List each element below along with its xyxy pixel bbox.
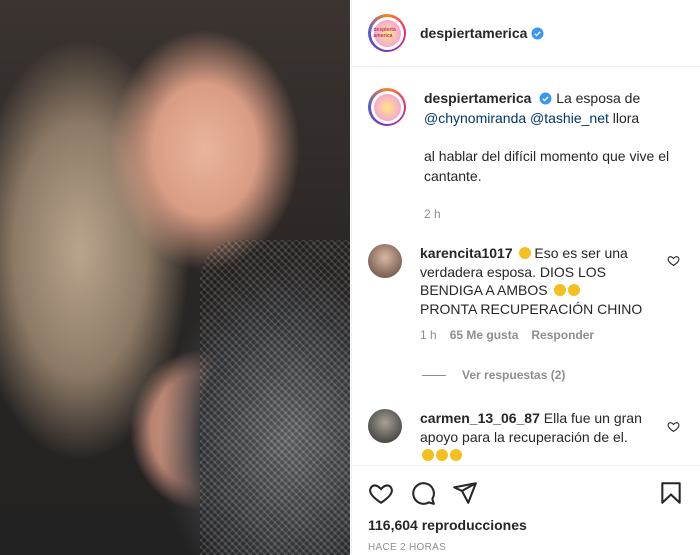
clapping-hands-emoji-icon [553, 284, 566, 296]
post-header: despierta america despiertamerica [352, 0, 700, 67]
comment: carmen_13_06_87 Ella fue un gran apoyo p… [368, 409, 684, 465]
caption-text: llora [612, 110, 640, 126]
views-label: reproducciones [421, 517, 527, 533]
author-avatar[interactable]: despierta america [368, 14, 406, 52]
clapping-hands-emoji-icon [436, 449, 448, 461]
share-send-icon[interactable] [452, 480, 478, 506]
commenter-avatar[interactable] [368, 409, 402, 443]
comment-body: carmen_13_06_87 Ella fue un gran apoyo p… [420, 409, 648, 465]
caption-username[interactable]: despiertamerica [424, 90, 531, 106]
caption-avatar[interactable] [368, 88, 406, 126]
post-caption: despiertamerica La esposa de @chynomiran… [368, 88, 684, 224]
like-heart-icon[interactable] [368, 480, 394, 506]
author-username[interactable]: despiertamerica [420, 25, 527, 41]
clapping-hands-emoji-icon [422, 449, 434, 461]
replies-divider [422, 374, 446, 376]
comment-body: karencita1017 Eso es ser una verdadera e… [420, 244, 648, 318]
comment-text: PRONTA RECUPERACIÓN CHINO [420, 300, 643, 317]
comment-likes[interactable]: 65 Me gusta [450, 326, 519, 345]
video-frame-sweater [200, 240, 350, 555]
views-number: 116,604 [368, 517, 418, 533]
mention-link[interactable]: @tashie_net [530, 110, 609, 126]
caption-time[interactable]: 2 h [424, 204, 684, 224]
view-replies-label: Ver respuestas (2) [462, 368, 566, 382]
verified-badge-icon [531, 27, 544, 39]
comment: karencita1017 Eso es ser una verdadera e… [368, 244, 684, 345]
post-panel: despierta america despiertamerica despie… [351, 0, 700, 555]
caption-line-2: al hablar del difícil momento que vive e… [424, 148, 670, 184]
like-comment-heart-icon[interactable] [667, 254, 680, 267]
verified-badge-icon [539, 92, 552, 105]
commenter-username[interactable]: karencita1017 [420, 245, 513, 261]
reply-button[interactable]: Responder [531, 326, 594, 345]
view-replies-button[interactable]: Ver respuestas (2) [422, 368, 565, 382]
mention-link[interactable]: @chynomiranda [424, 110, 526, 126]
commenter-avatar[interactable] [368, 244, 402, 278]
save-bookmark-icon[interactable] [658, 480, 684, 506]
caption-text: La esposa de [556, 90, 641, 106]
caption-line-1: despiertamerica La esposa de @chynomiran… [424, 88, 684, 128]
views-count[interactable]: 116,604 reproducciones [368, 517, 527, 533]
avatar-logo-text: despierta america [373, 27, 396, 39]
clapping-hands-emoji-icon [450, 449, 462, 461]
post-video[interactable] [0, 0, 350, 555]
posted-time[interactable]: HACE 2 HORAS [368, 542, 446, 553]
comment-bubble-icon[interactable] [410, 480, 436, 506]
like-comment-heart-icon[interactable] [667, 420, 680, 433]
commenter-username[interactable]: carmen_13_06_87 [420, 410, 540, 426]
praying-hands-emoji-icon [567, 284, 580, 296]
post-actions: 116,604 reproducciones HACE 2 HORAS [352, 465, 700, 555]
praying-hands-emoji-icon [518, 247, 531, 259]
comment-time[interactable]: 1 h [420, 326, 437, 345]
